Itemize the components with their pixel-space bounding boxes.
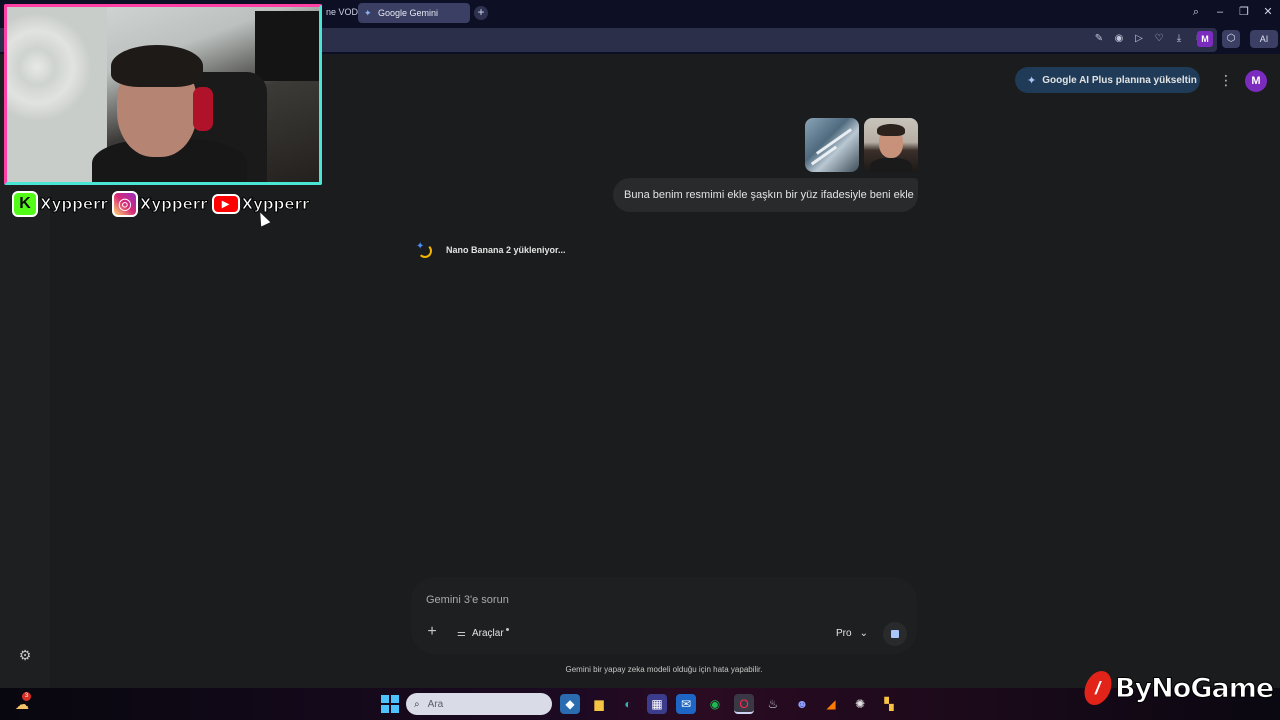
pinned-apps: ◆ ▆ ◐ ▦ ✉ ◉ O ♨ ☻ ◢ ✺ ▚ (560, 694, 899, 714)
app-icon[interactable]: ▚ (879, 694, 899, 714)
edit-icon[interactable]: ✎ (1094, 33, 1104, 45)
spotify-icon[interactable]: ◉ (705, 694, 725, 714)
gemini-favicon-icon: ✦ (364, 7, 372, 18)
edge-icon[interactable]: ◐ (618, 694, 638, 714)
chevron-down-icon: ⌄ (859, 627, 868, 639)
heart-icon[interactable]: ♡ (1154, 33, 1164, 45)
attached-image-1[interactable] (805, 118, 859, 172)
bynogame-logo-icon: / (1081, 671, 1115, 705)
stop-generation-button[interactable] (883, 622, 907, 646)
extensions-icon[interactable]: ⬡ (1222, 30, 1240, 48)
m365-app-icon[interactable]: ◆ (560, 694, 580, 714)
webcam-detail (255, 11, 319, 81)
play-icon[interactable]: ▷ (1134, 33, 1144, 45)
outlook-icon[interactable]: ✉ (676, 694, 696, 714)
add-attachment-button[interactable]: + (424, 624, 440, 640)
app-icon[interactable]: ◢ (821, 694, 841, 714)
image-detail (877, 124, 905, 136)
image-detail (870, 158, 912, 172)
webcam-detail (193, 87, 213, 131)
youtube-icon: ▶ (211, 194, 240, 214)
response-loading: ✦ Nano Banana 2 yükleniyor... (416, 242, 566, 258)
search-tabs-icon[interactable]: ⌕ (1190, 4, 1202, 20)
model-selector[interactable]: Pro ⌄ (836, 625, 868, 641)
disclaimer-text: Gemini bir yapay zeka modeli olduğu için… (565, 665, 763, 674)
bynogame-watermark: / ByNoGame (1081, 668, 1275, 708)
ai-button[interactable]: AI (1250, 30, 1278, 48)
user-message-bubble: Buna benim resmimi ekle şaşkın bir yüz i… (613, 178, 918, 212)
webcam-overlay (4, 4, 322, 185)
tab-vod[interactable]: ne VOD (322, 4, 362, 22)
store-icon[interactable]: ▦ (647, 694, 667, 714)
gemini-spinner-icon: ✦ (416, 242, 432, 258)
notification-badge: 3 (22, 692, 31, 701)
minimize-icon[interactable]: – (1214, 4, 1226, 20)
window-controls: ⌕ – ❐ ✕ (1190, 4, 1274, 20)
tools-sliders-icon: ⚌ (457, 627, 466, 639)
taskbar-search[interactable]: ⌕ Ara (406, 693, 552, 715)
tools-button[interactable]: ⚌ Araçlar (457, 625, 509, 641)
webcam-detail (111, 45, 203, 87)
upgrade-plan-button[interactable]: ✦ Google AI Plus planına yükseltin (1015, 67, 1200, 93)
tab-google-gemini[interactable]: ✦ Google Gemini (358, 3, 470, 23)
browser-profile-avatar[interactable]: M (1197, 31, 1213, 47)
prompt-input[interactable] (426, 591, 866, 609)
kick-icon: K (12, 191, 38, 217)
toolbar-icons: ✎ ◉ ▷ ♡ ⤓ ≡ (1094, 33, 1204, 45)
settings-gear-icon[interactable]: ⚙ (17, 647, 33, 663)
instagram-icon: ◎ (111, 191, 138, 217)
new-tab-button[interactable]: + (474, 6, 488, 20)
youtube-social: ▶ Xypperr (211, 194, 310, 214)
close-icon[interactable]: ✕ (1262, 4, 1274, 20)
more-options-icon[interactable]: ⋮ (1219, 71, 1233, 89)
file-explorer-icon[interactable]: ▆ (589, 694, 609, 714)
streamer-socials: K Xypperr ◎ Xypperr ▶ Xypperr (12, 190, 313, 218)
download-icon[interactable]: ⤓ (1174, 33, 1184, 45)
start-button[interactable] (381, 695, 399, 713)
kick-social: K Xypperr (12, 191, 108, 217)
camera-icon[interactable]: ◉ (1114, 33, 1124, 45)
steam-icon[interactable]: ♨ (763, 694, 783, 714)
stop-icon (891, 630, 899, 638)
discord-icon[interactable]: ☻ (792, 694, 812, 714)
prompt-composer: + ⚌ Araçlar Pro ⌄ (411, 577, 917, 654)
ai-label: AI (1259, 34, 1269, 44)
tools-indicator-dot (505, 627, 509, 631)
instagram-social: ◎ Xypperr (111, 191, 208, 217)
sparkle-icon: ✦ (1027, 74, 1037, 87)
opera-gx-icon[interactable]: O (734, 694, 754, 714)
chatgpt-icon[interactable]: ✺ (850, 694, 870, 714)
user-avatar[interactable]: M (1245, 70, 1267, 92)
attached-image-2[interactable] (864, 118, 918, 172)
restore-icon[interactable]: ❐ (1238, 4, 1250, 20)
image-detail (815, 128, 853, 155)
search-icon: ⌕ (414, 698, 420, 710)
